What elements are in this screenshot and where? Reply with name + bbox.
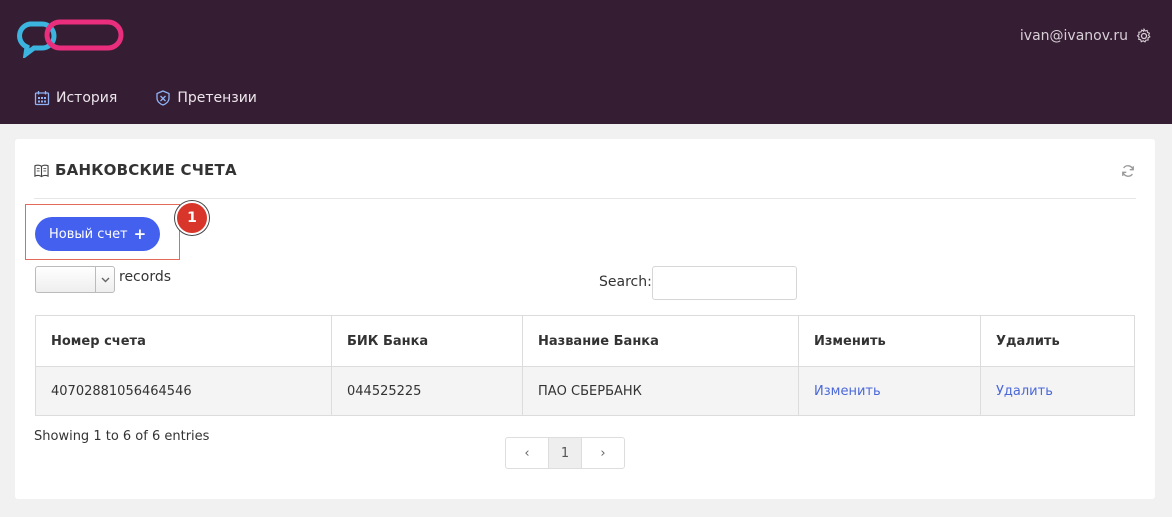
logo[interactable] (14, 18, 126, 58)
prev-page-button[interactable]: ‹ (506, 438, 548, 468)
nav-item-history[interactable]: История (34, 90, 117, 106)
search-label: Search: (599, 274, 652, 290)
card-title-text: БАНКОВСКИЕ СЧЕТА (55, 161, 237, 179)
pagination: ‹ 1 › (505, 437, 625, 469)
cell-bik: 044525225 (331, 366, 523, 416)
cell-edit: Изменить (798, 366, 981, 416)
column-header-delete[interactable]: Удалить (980, 315, 1135, 367)
delete-link[interactable]: Удалить (996, 384, 1053, 399)
cell-bank-name: ПАО СБЕРБАНК (522, 366, 799, 416)
records-label: records (119, 269, 172, 285)
edit-link[interactable]: Изменить (814, 384, 881, 399)
table-header-row: Номер счета БИК Банка Название Банка Изм… (35, 315, 1135, 367)
plus-icon: + (133, 225, 147, 243)
new-account-button-label: Новый счет (49, 226, 128, 242)
column-header-bik[interactable]: БИК Банка (331, 315, 523, 367)
cell-account-number: 40702881056464546 (35, 366, 332, 416)
shield-icon (156, 90, 170, 106)
column-header-bank-name[interactable]: Название Банка (522, 315, 799, 367)
column-header-edit[interactable]: Изменить (798, 315, 981, 367)
bank-accounts-table: Номер счета БИК Банка Название Банка Изм… (35, 315, 1135, 416)
user-email[interactable]: ivan@ivanov.ru (1020, 28, 1128, 44)
bank-accounts-card: БАНКОВСКИЕ СЧЕТА Новый счет + 1 records … (15, 139, 1155, 499)
book-icon (34, 164, 49, 177)
gear-icon[interactable] (1136, 28, 1152, 44)
next-page-button[interactable]: › (582, 438, 624, 468)
nav-item-label: История (56, 90, 118, 106)
card-title: БАНКОВСКИЕ СЧЕТА (34, 161, 237, 179)
top-navbar: ivan@ivanov.ru История Претензии (0, 0, 1172, 124)
user-menu[interactable]: ivan@ivanov.ru (1020, 28, 1152, 44)
divider (34, 198, 1136, 199)
table-row: 40702881056464546 044525225 ПАО СБЕРБАНК… (35, 366, 1135, 416)
calendar-icon (34, 91, 50, 106)
main-nav: История Претензии (34, 90, 257, 106)
nav-item-claims[interactable]: Претензии (155, 90, 257, 106)
column-header-account-number[interactable]: Номер счета (35, 315, 332, 367)
page-button-1[interactable]: 1 (548, 438, 582, 468)
search-input[interactable] (652, 266, 797, 300)
refresh-icon[interactable] (1121, 164, 1135, 178)
nav-item-label: Претензии (177, 90, 257, 106)
new-account-button[interactable]: Новый счет + (35, 217, 161, 251)
table-info: Showing 1 to 6 of 6 entries (34, 429, 210, 444)
cell-delete: Удалить (980, 366, 1135, 416)
annotation-badge: 1 (175, 201, 209, 235)
page-length-select[interactable] (35, 266, 115, 293)
chevron-down-icon[interactable] (95, 267, 114, 292)
